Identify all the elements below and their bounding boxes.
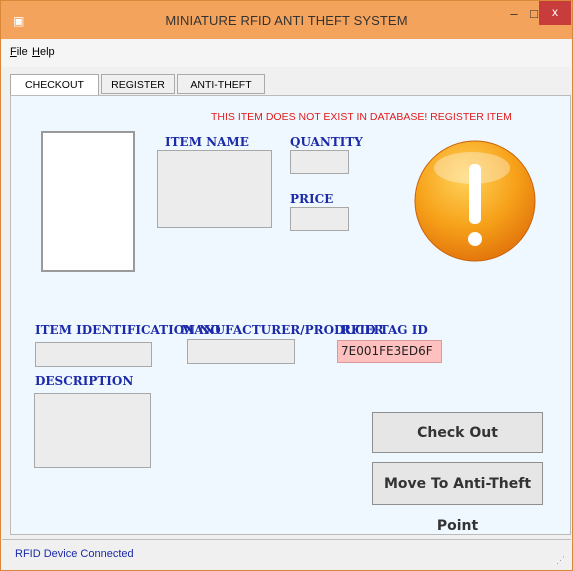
minimize-button[interactable]: –	[503, 5, 525, 25]
device-status: RFID Device Connected	[15, 548, 134, 560]
title-bar[interactable]: ▣ MINIATURE RFID ANTI THEFT SYSTEM – □ x	[1, 1, 572, 39]
description-field[interactable]	[34, 393, 151, 468]
status-bar: RFID Device Connected ⋰	[2, 539, 571, 570]
menu-bar: File Help	[2, 39, 571, 67]
item-name-label: ITEM NAME	[165, 135, 249, 149]
move-to-anti-theft-button[interactable]: Move To Anti-Theft Point	[372, 462, 543, 534]
tab-checkout-point[interactable]: CHECKOUT POINT	[10, 74, 99, 111]
menu-file[interactable]: File	[10, 46, 28, 58]
item-not-found-message: THIS ITEM DOES NOT EXIST IN DATABASE! RE…	[211, 111, 512, 123]
item-name-field[interactable]	[157, 150, 272, 228]
item-id-field[interactable]	[35, 342, 152, 367]
tab-anti-theft-point[interactable]: ANTI-THEFT POINT	[177, 74, 265, 111]
exclamation-icon	[414, 140, 536, 262]
quantity-field[interactable]	[290, 150, 349, 174]
price-label: PRICE	[290, 192, 334, 206]
rfid-tag-label: RFID TAG ID	[341, 323, 428, 337]
manufacturer-field[interactable]	[187, 339, 295, 364]
close-button[interactable]: x	[539, 1, 571, 25]
resize-grip-icon[interactable]: ⋰	[556, 555, 565, 566]
app-window: ▣ MINIATURE RFID ANTI THEFT SYSTEM – □ x…	[0, 0, 573, 571]
check-out-button[interactable]: Check Out	[372, 412, 543, 453]
tab-register-item[interactable]: REGISTER ITEM	[101, 74, 175, 111]
item-photo-box	[41, 131, 135, 272]
rfid-tag-field[interactable]: 7E001FE3ED6F	[337, 340, 442, 363]
window-title: MINIATURE RFID ANTI THEFT SYSTEM	[165, 13, 408, 28]
menu-help[interactable]: Help	[32, 46, 55, 58]
description-label: DESCRIPTION	[35, 374, 134, 388]
price-field[interactable]	[290, 207, 349, 231]
quantity-label: QUANTITY	[290, 135, 363, 149]
